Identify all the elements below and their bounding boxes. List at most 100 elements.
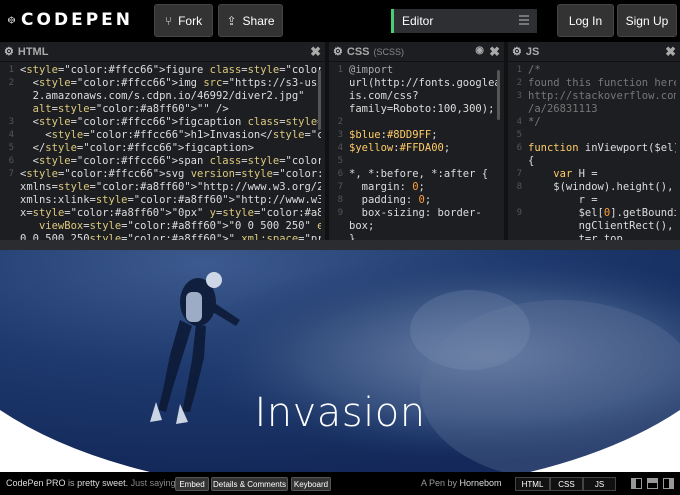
close-icon[interactable]: ✖ xyxy=(665,44,676,60)
line-number xyxy=(329,233,343,240)
code-line: $(window).height(), xyxy=(528,181,674,193)
layout-right-icon[interactable] xyxy=(663,478,674,489)
embed-button[interactable]: Embed xyxy=(175,477,209,491)
author-link[interactable]: Hornebom xyxy=(460,478,502,488)
code-line: $blue:#8DD9FF; xyxy=(349,129,438,141)
layout-top-icon[interactable] xyxy=(647,478,658,489)
credit-prefix: A Pen by xyxy=(421,478,460,488)
keyboard-label: Keyboard xyxy=(293,479,329,489)
code-line: /a/26831113 xyxy=(528,103,598,115)
code-line: function inViewport($el) xyxy=(528,142,676,154)
line-number: 8 xyxy=(516,182,522,192)
line-number xyxy=(0,103,14,116)
code-line: *, *:before, *:after { xyxy=(349,168,489,180)
code-line: <style="color:#ffcc66">h1>Invasion</styl… xyxy=(20,129,321,141)
tab-css-label: CSS xyxy=(558,479,575,489)
tab-js[interactable]: JS xyxy=(583,477,616,491)
code-line: t=r.top, xyxy=(528,233,630,240)
share-icon: ⇪ xyxy=(226,13,237,28)
line-number: 7 xyxy=(337,182,343,192)
line-number xyxy=(329,103,343,116)
code-line: */ xyxy=(528,116,541,128)
preview-caption: Invasion xyxy=(254,390,426,436)
login-label: Log In xyxy=(568,13,603,28)
preview-resize-bar[interactable] xyxy=(0,240,680,250)
code-line: 2.amazonaws.com/s.cdpn.io/46992/diver2.j… xyxy=(20,90,305,102)
code-line: <style="color:#ffcc66">span class=style=… xyxy=(20,155,321,167)
details-comments-button[interactable]: Details & Comments xyxy=(211,477,288,491)
code-lines: /* found this function here http://stackov… xyxy=(528,64,676,240)
tab-js-label: JS xyxy=(594,479,605,489)
line-number: 4 xyxy=(8,130,14,140)
diver-scene-image xyxy=(0,240,680,472)
gear-icon[interactable]: ⚙ xyxy=(4,45,14,58)
code-line: $el[0].getBoundi xyxy=(528,207,676,219)
line-number xyxy=(0,220,14,233)
tab-html[interactable]: HTML xyxy=(515,477,550,491)
details-label: Details & Comments xyxy=(213,479,286,489)
login-button[interactable]: Log In xyxy=(557,4,614,37)
gear-icon[interactable]: ⚙ xyxy=(333,45,343,58)
line-number: 1 xyxy=(516,65,522,75)
menu-icon xyxy=(519,15,529,25)
eye-icon[interactable]: ◉ xyxy=(475,45,484,56)
code-line: margin: 0; xyxy=(349,181,425,193)
code-line: ngClientRect(), xyxy=(528,220,674,232)
line-numbers: 1 2 3 4 5 6 7 8 9 xyxy=(508,64,524,240)
code-line: box-sizing: border- xyxy=(349,207,482,219)
html-panel: ⚙ HTML ✖ 1 2 3 4 5 6 7 <style="color:#ffcc66">… xyxy=(0,42,325,240)
js-code-editor[interactable]: 1 2 3 4 5 6 7 8 9 /* found this function here http… xyxy=(508,64,680,240)
line-number xyxy=(508,194,522,207)
code-lines: <style="color:#ffcc66">figure class=styl… xyxy=(20,64,321,240)
css-preprocessor-label: (SCSS) xyxy=(373,46,405,57)
html-code-editor[interactable]: 1 2 3 4 5 6 7 <style="color:#ffcc66">figure cl… xyxy=(0,64,325,240)
html-panel-title: HTML xyxy=(17,45,49,58)
pro-promo[interactable]: CodePen PRO is pretty sweet. Just saying… xyxy=(6,478,178,488)
fork-icon: ⑂ xyxy=(164,13,173,28)
line-number: 2 xyxy=(8,78,14,88)
line-number xyxy=(329,77,343,90)
fork-button[interactable]: ⑂ Fork xyxy=(154,4,213,37)
code-line: padding: 0; xyxy=(349,194,432,206)
line-number xyxy=(508,233,522,240)
code-line: box; xyxy=(349,220,375,232)
scrollbar[interactable] xyxy=(497,70,500,120)
close-icon[interactable]: ✖ xyxy=(310,44,321,60)
line-number: 6 xyxy=(8,156,14,166)
line-number: 3 xyxy=(337,130,343,140)
promo-is: is xyxy=(65,478,78,488)
layout-left-icon[interactable] xyxy=(631,478,642,489)
scrollbar[interactable] xyxy=(318,70,321,130)
line-number: 5 xyxy=(8,143,14,153)
line-number xyxy=(0,181,14,194)
code-line: <style="color:#ffcc66">img src="https://… xyxy=(20,77,321,89)
signup-button[interactable]: Sign Up xyxy=(617,4,677,37)
share-button[interactable]: ⇪ Share xyxy=(218,4,283,37)
code-line: var H = xyxy=(553,168,598,180)
codepen-cube-icon xyxy=(8,16,15,24)
line-number: 2 xyxy=(337,117,343,127)
line-number xyxy=(329,90,343,103)
line-number: 2 xyxy=(516,78,522,88)
pen-credit: A Pen by Hornebom xyxy=(421,478,502,488)
line-number xyxy=(508,220,522,233)
code-line: $yellow:#FFDA00; xyxy=(349,142,451,154)
line-number xyxy=(0,194,14,207)
code-lines: @import url(http://fonts.googleap is.com/c… xyxy=(349,64,500,240)
gear-icon[interactable]: ⚙ xyxy=(512,45,522,58)
css-panel: ⚙ CSS (SCSS) ◉ ✖ 1 2 3 4 5 6 7 8 9 @import url(ht… xyxy=(329,42,504,240)
codepen-logo[interactable]: CODEPEN xyxy=(8,8,133,32)
close-icon[interactable]: ✖ xyxy=(489,44,500,60)
keyboard-button[interactable]: Keyboard xyxy=(291,477,331,491)
tab-css[interactable]: CSS xyxy=(550,477,583,491)
js-panel-header: ⚙ JS ✖ xyxy=(508,42,680,62)
editor-view-select[interactable]: Editor xyxy=(391,9,537,33)
code-line: is.com/css? xyxy=(349,90,419,102)
line-number: 6 xyxy=(516,143,522,153)
line-numbers: 1 2 3 4 5 6 7 8 9 xyxy=(329,64,345,240)
code-line: xmlns:xlink=style="color:#a8ff60">"http:… xyxy=(20,194,321,206)
css-code-editor[interactable]: 1 2 3 4 5 6 7 8 9 @import url(http://fonts.google… xyxy=(329,64,504,240)
line-number xyxy=(329,220,343,233)
code-line: alt=style="color:#a8ff60">"" /> xyxy=(32,103,229,115)
